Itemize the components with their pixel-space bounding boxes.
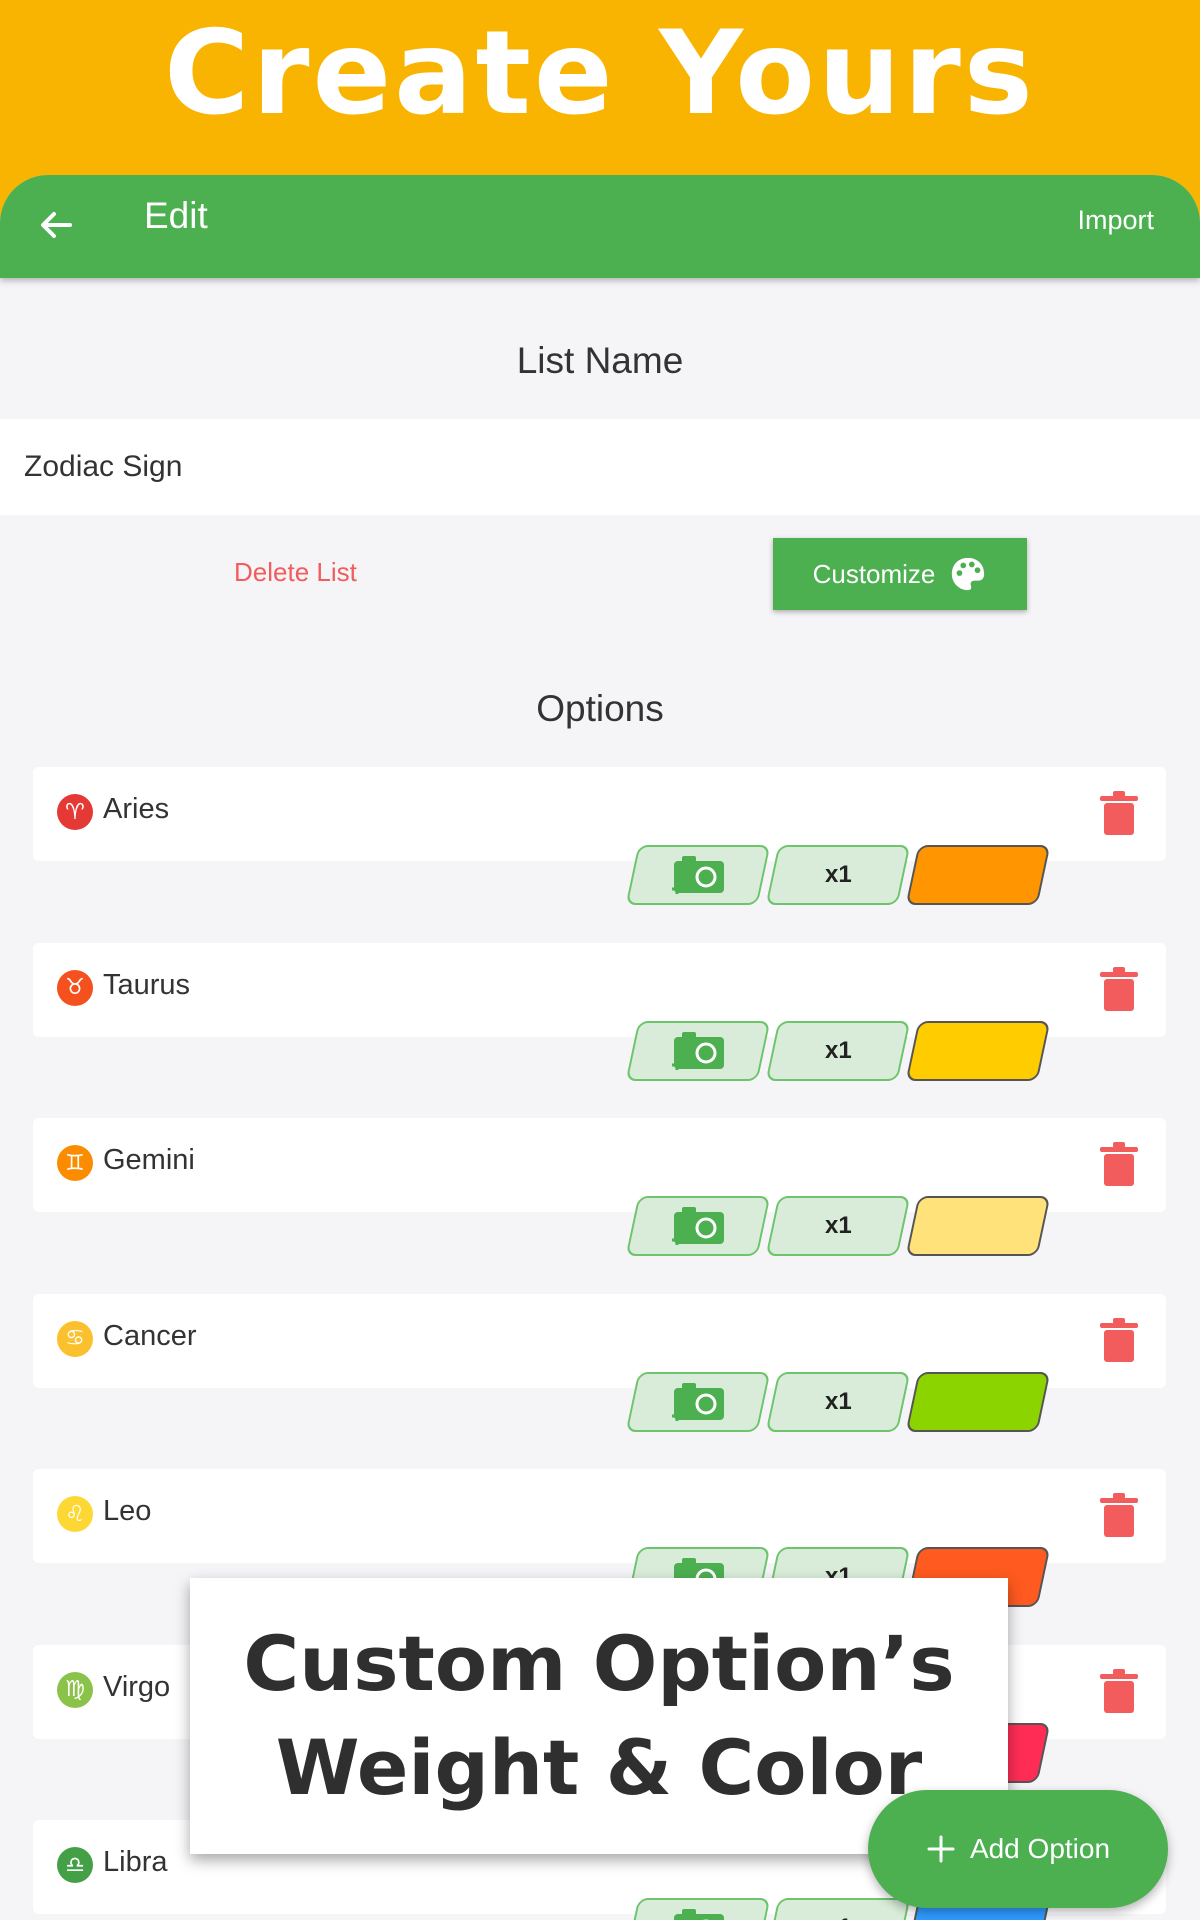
promo-banner: Create Yours [0,0,1200,175]
customize-button[interactable]: Customize [773,538,1027,610]
weight-button[interactable]: x1 [765,1371,911,1432]
zodiac-sign-icon: ♊ [57,1145,93,1181]
option-controls: x1 [625,1020,1051,1081]
trash-icon[interactable] [1100,1142,1138,1188]
delete-list-button[interactable]: Delete List [234,557,357,588]
palette-icon [952,557,985,591]
weight-button[interactable]: x1 [765,1196,911,1256]
trash-icon[interactable] [1100,791,1138,837]
add-photo-icon [672,856,724,894]
zodiac-sign-icon: ♌ [57,1496,93,1532]
app-screen: Edit Import List Name Delete List Custom… [0,175,1200,1920]
weight-value: x1 [824,1036,852,1064]
page-title: Edit [144,195,208,236]
add-photo-icon [672,1382,724,1421]
add-image-button[interactable] [625,1020,771,1081]
add-image-button[interactable] [625,1898,771,1920]
back-arrow-icon[interactable] [36,205,76,245]
color-swatch-button[interactable] [905,1371,1051,1432]
add-photo-icon [672,1207,724,1245]
zodiac-sign-icon: ♈ [57,794,93,830]
weight-value: x1 [824,1387,852,1415]
customize-label: Customize [812,558,936,589]
weight-value: x1 [825,1914,852,1920]
zodiac-sign-icon: ♉ [57,969,93,1006]
weight-value: x1 [824,861,852,888]
caption-line-2: Weight & Color [275,1723,923,1812]
add-image-button[interactable] [625,1196,771,1256]
option-controls: x1 [625,845,1051,905]
color-swatch-button[interactable] [905,845,1051,905]
app-bar: Edit Import [0,175,1200,278]
option-name[interactable]: Leo [103,1495,151,1528]
option-name[interactable]: Gemini [103,1144,195,1177]
list-name-label: List Name [516,340,684,381]
zodiac-sign-icon: ♍ [57,1671,93,1708]
add-image-button[interactable] [625,845,771,905]
zodiac-sign-icon: ♎ [57,1847,93,1883]
weight-button[interactable]: x1 [765,845,911,905]
trash-icon[interactable] [1100,1668,1138,1715]
option-name[interactable]: Aries [103,793,169,826]
add-photo-icon [674,1909,724,1920]
color-swatch-button[interactable] [905,1196,1051,1256]
add-image-button[interactable] [625,1371,771,1432]
option-name[interactable]: Cancer [103,1320,197,1353]
add-option-label: Add Option [969,1833,1111,1864]
weight-button[interactable]: x1 [765,1020,911,1081]
plus-icon [927,1835,955,1863]
trash-icon[interactable] [1100,1493,1138,1539]
list-name-input[interactable] [0,419,1200,515]
weight-button[interactable]: x1 [765,1898,911,1920]
import-button[interactable]: Import [1077,205,1154,236]
zodiac-sign-icon: ♋ [57,1320,93,1357]
option-name[interactable]: Libra [103,1846,168,1879]
add-photo-icon [672,1031,724,1070]
trash-icon[interactable] [1100,1317,1138,1364]
add-option-button[interactable]: Add Option [868,1790,1168,1908]
option-name[interactable]: Taurus [103,969,190,1002]
options-label: Options [536,688,664,729]
option-controls: x1 [625,1371,1051,1432]
option-name[interactable]: Virgo [103,1671,170,1704]
color-swatch-button[interactable] [905,1020,1051,1081]
caption-line-1: Custom Option’s [243,1619,955,1708]
trash-icon[interactable] [1100,966,1138,1013]
option-controls: x1 [625,1196,1051,1256]
weight-value: x1 [824,1212,852,1239]
banner-title: Create Yours [164,6,1036,141]
